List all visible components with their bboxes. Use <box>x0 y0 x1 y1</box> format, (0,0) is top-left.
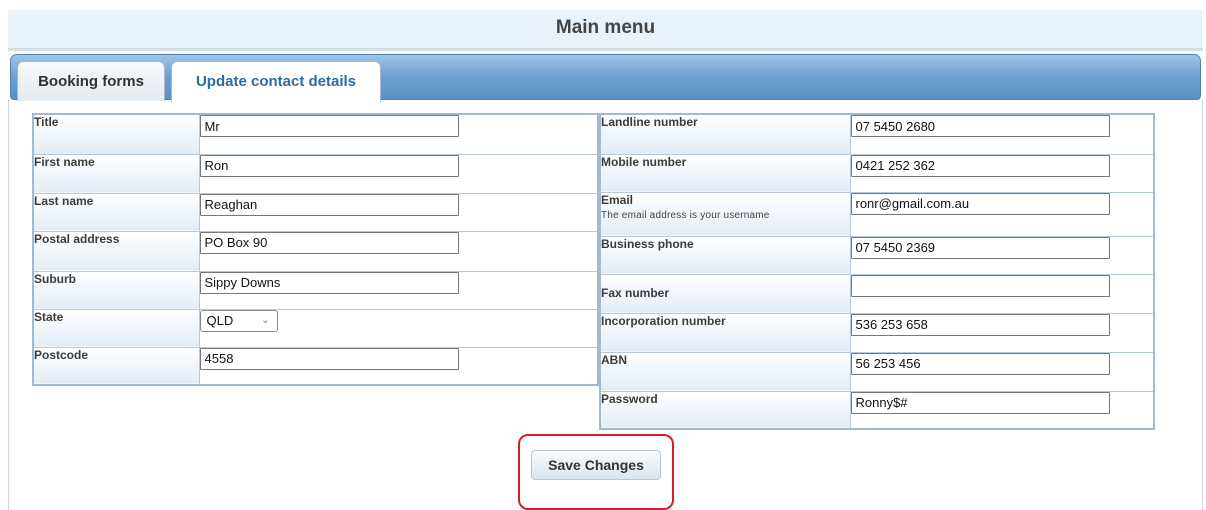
abn-label: ABN <box>599 351 851 392</box>
content-border-right <box>1202 100 1203 510</box>
state-label: State <box>32 308 200 348</box>
mobile-label: Mobile number <box>599 153 851 193</box>
business-phone-field[interactable] <box>850 236 1110 259</box>
password-field[interactable] <box>850 391 1110 414</box>
contact-details-form: Landline number Mobile number Email The … <box>599 113 1155 430</box>
incorporation-field[interactable] <box>850 313 1110 336</box>
personal-details-form: Title First name Last name Postal addres… <box>32 113 599 386</box>
fax-field[interactable] <box>850 274 1110 297</box>
postcode-label: Postcode <box>32 346 200 386</box>
email-note: The email address is your username <box>601 209 770 221</box>
email-field[interactable] <box>850 192 1110 215</box>
fax-label: Fax number <box>599 273 851 314</box>
highlight-annotation <box>518 434 674 510</box>
state-select[interactable]: QLD ⌄ <box>199 309 278 332</box>
tab-bar: Booking forms Update contact details <box>10 54 1201 102</box>
incorporation-label: Incorporation number <box>599 312 851 353</box>
chevron-down-icon: ⌄ <box>261 314 270 326</box>
business-phone-label: Business phone <box>599 235 851 275</box>
suburb-field[interactable] <box>199 271 459 294</box>
tab-booking-forms[interactable]: Booking forms <box>17 61 165 101</box>
divider <box>8 49 1203 51</box>
title-label: Title <box>32 113 200 155</box>
content-border-left <box>8 100 9 510</box>
title-field[interactable] <box>199 115 459 137</box>
email-label-cell: Email The email address is your username <box>599 191 851 237</box>
last-name-label: Last name <box>32 192 200 232</box>
first-name-label: First name <box>32 153 200 194</box>
landline-label: Landline number <box>599 113 851 155</box>
mobile-field[interactable] <box>850 154 1110 177</box>
last-name-field[interactable] <box>199 193 459 216</box>
first-name-field[interactable] <box>199 154 459 177</box>
password-label: Password <box>599 390 851 430</box>
postal-address-label: Postal address <box>32 230 200 272</box>
abn-field[interactable] <box>850 352 1110 375</box>
landline-field[interactable] <box>850 115 1110 137</box>
postcode-field[interactable] <box>199 347 459 370</box>
tab-update-contact-details[interactable]: Update contact details <box>171 61 381 102</box>
page-title: Main menu <box>8 10 1203 49</box>
suburb-label: Suburb <box>32 270 200 310</box>
email-label: Email <box>601 192 634 207</box>
state-select-value: QLD <box>206 312 234 328</box>
postal-address-field[interactable] <box>199 231 459 254</box>
